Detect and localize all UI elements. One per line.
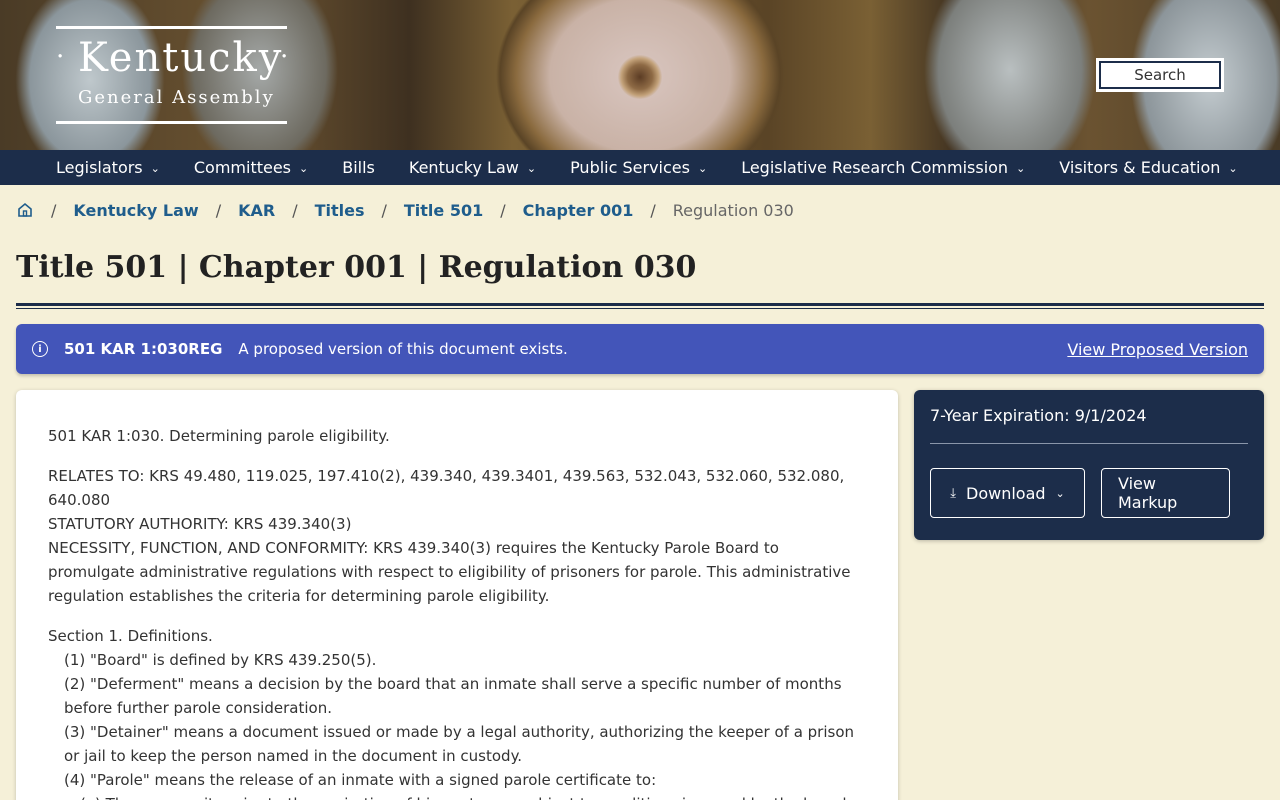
doc-section-1: Section 1. Definitions. bbox=[48, 627, 213, 645]
nav-item-legislators[interactable]: Legislators ⌄ bbox=[56, 158, 160, 177]
nav-item-public-services[interactable]: Public Services ⌄ bbox=[570, 158, 707, 177]
info-icon: i bbox=[32, 341, 48, 357]
breadcrumb-kar[interactable]: KAR bbox=[238, 201, 275, 220]
breadcrumb-title-501[interactable]: Title 501 bbox=[404, 201, 483, 220]
nav-item-committees[interactable]: Committees ⌄ bbox=[194, 158, 308, 177]
title-divider bbox=[16, 303, 1264, 309]
alert-message: A proposed version of this document exis… bbox=[238, 340, 568, 358]
nav-item-visitors-education[interactable]: Visitors & Education ⌄ bbox=[1059, 158, 1237, 177]
nav-label: Committees bbox=[193, 158, 292, 177]
doc-definition: (3) "Detainer" means a document issued o… bbox=[64, 723, 855, 765]
proposed-version-alert: i 501 KAR 1:030REG A proposed version of… bbox=[16, 324, 1264, 374]
doc-statutory-authority: STATUTORY AUTHORITY: KRS 439.340(3) bbox=[48, 515, 352, 533]
doc-definition-sub: (a) The community prior to the expiratio… bbox=[48, 792, 866, 800]
chevron-down-icon: ⌄ bbox=[526, 162, 537, 175]
chevron-down-icon: ⌄ bbox=[299, 162, 309, 175]
breadcrumb-current: Regulation 030 bbox=[672, 200, 794, 220]
page-title: Title 501 | Chapter 001 | Regulation 030 bbox=[16, 250, 697, 285]
download-button[interactable]: ⤓ Download ⌄ bbox=[930, 468, 1085, 518]
site-logo[interactable]: Kentucky General Assembly bbox=[56, 26, 287, 124]
breadcrumb-separator: / bbox=[215, 200, 222, 220]
doc-definition: (1) "Board" is defined by KRS 439.250(5)… bbox=[64, 651, 377, 669]
breadcrumb-separator: / bbox=[292, 200, 298, 220]
breadcrumb-kentucky-law[interactable]: Kentucky Law bbox=[73, 201, 198, 220]
breadcrumb-separator: / bbox=[381, 200, 387, 220]
doc-necessity: NECESSITY, FUNCTION, AND CONFORMITY: KRS… bbox=[48, 539, 851, 605]
logo-dot-right: . bbox=[280, 34, 289, 64]
chevron-down-icon: ⌄ bbox=[697, 162, 708, 175]
chevron-down-icon: ⌄ bbox=[1016, 162, 1026, 175]
expiration-date: 7-Year Expiration: 9/1/2024 bbox=[930, 406, 1147, 425]
nav-label: Legislative Research Commission bbox=[741, 158, 1009, 177]
chevron-down-icon: ⌄ bbox=[1228, 162, 1238, 175]
home-icon[interactable] bbox=[16, 201, 34, 219]
logo-subtitle: General Assembly bbox=[78, 87, 275, 108]
download-icon: ⤓ bbox=[950, 485, 956, 501]
breadcrumb-chapter-001[interactable]: Chapter 001 bbox=[523, 201, 634, 220]
logo-title: Kentucky bbox=[78, 35, 284, 81]
alert-code: 501 KAR 1:030REG bbox=[64, 340, 223, 358]
nav-label: Bills bbox=[342, 158, 375, 177]
nav-label: Visitors & Education bbox=[1059, 158, 1221, 177]
breadcrumb: / Kentucky Law / KAR / Titles / Title 50… bbox=[16, 198, 794, 222]
nav-item-lrc[interactable]: Legislative Research Commission ⌄ bbox=[741, 158, 1025, 177]
doc-relates-to: RELATES TO: KRS 49.480, 119.025, 197.410… bbox=[48, 467, 845, 509]
nav-item-kentucky-law[interactable]: Kentucky Law ⌄ bbox=[409, 158, 536, 177]
doc-definition: (4) "Parole" means the release of an inm… bbox=[64, 771, 657, 789]
nav-label: Kentucky Law bbox=[408, 158, 519, 177]
main-nav: Legislators ⌄ Committees ⌄ Bills Kentucky … bbox=[0, 150, 1280, 185]
chevron-down-icon: ⌄ bbox=[150, 162, 160, 175]
breadcrumb-separator: / bbox=[500, 200, 506, 220]
view-proposed-version-link[interactable]: View Proposed Version bbox=[1067, 340, 1248, 359]
nav-label: Legislators bbox=[56, 158, 143, 177]
doc-heading: 501 KAR 1:030. Determining parole eligib… bbox=[48, 427, 390, 445]
search-button[interactable]: Search bbox=[1096, 58, 1224, 92]
document-actions-panel: 7-Year Expiration: 9/1/2024 ⤓ Download ⌄… bbox=[914, 390, 1264, 540]
panel-divider bbox=[930, 443, 1248, 444]
breadcrumb-separator: / bbox=[51, 200, 57, 220]
breadcrumb-titles[interactable]: Titles bbox=[315, 201, 365, 220]
regulation-document: 501 KAR 1:030. Determining parole eligib… bbox=[16, 390, 898, 800]
doc-definition: (2) "Deferment" means a decision by the … bbox=[64, 675, 842, 717]
view-markup-button[interactable]: View Markup bbox=[1101, 468, 1230, 518]
download-label: Download bbox=[966, 483, 1046, 503]
chevron-down-icon: ⌄ bbox=[1055, 486, 1065, 500]
dome-rosette bbox=[618, 55, 662, 99]
panel-buttons: ⤓ Download ⌄ View Markup bbox=[930, 468, 1248, 518]
nav-item-bills[interactable]: Bills bbox=[342, 158, 375, 177]
header-banner: . Kentucky General Assembly . Search bbox=[0, 0, 1280, 150]
breadcrumb-separator: / bbox=[650, 200, 656, 220]
nav-label: Public Services bbox=[570, 158, 690, 177]
